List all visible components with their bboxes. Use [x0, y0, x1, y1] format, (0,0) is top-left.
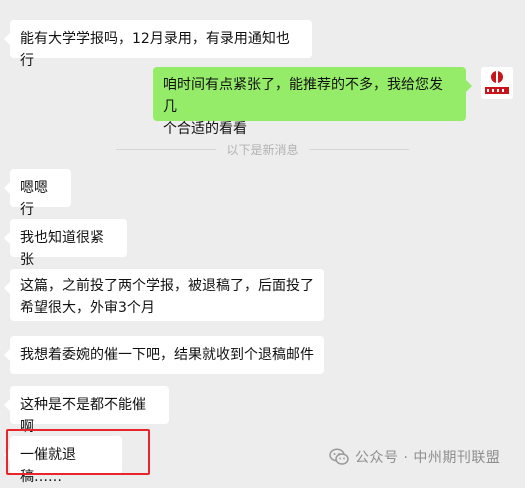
- message-bubble[interactable]: 能有大学学报吗，12月录用，有录用通知也行: [4, 20, 312, 69]
- message-text: 希望很大，外审3个月: [20, 300, 155, 316]
- message-text: 嗯嗯行: [20, 180, 48, 218]
- wechat-icon: [329, 448, 349, 465]
- message-bubble[interactable]: 我想着委婉的催一下吧，结果就收到个退稿邮件: [4, 336, 324, 374]
- divider-label: 以下是新消息: [226, 142, 299, 157]
- message-bubble[interactable]: 这篇，之前投了两个学报，被退稿了，后面投了 希望很大，外审3个月: [4, 269, 324, 321]
- message-bubble[interactable]: 这种是不是都不能催啊: [4, 386, 169, 435]
- watermark-text: 公众号 · 中州期刊联盟: [355, 450, 501, 466]
- divider-line: [116, 148, 217, 150]
- watermark: 公众号 · 中州期刊联盟: [329, 446, 500, 468]
- message-bubble[interactable]: 嗯嗯行: [4, 169, 71, 218]
- message-bubble[interactable]: 我也知道很紧张: [4, 219, 127, 268]
- divider-line: [308, 148, 409, 150]
- highlight-box: [6, 429, 150, 475]
- message-text: 我也知道很紧张: [20, 230, 104, 268]
- message-text: 我想着委婉的催一下吧，结果就收到个退稿邮件: [20, 347, 314, 363]
- message-bubble-sent[interactable]: 咱时间有点紧张了，能推荐的不多，我给您发几 个合适的看看: [153, 67, 472, 137]
- logo-icon: [481, 67, 513, 99]
- message-text: 能有大学学报吗，12月录用，有录用通知也行: [20, 31, 290, 69]
- avatar[interactable]: [481, 67, 513, 99]
- message-text: 这篇，之前投了两个学报，被退稿了，后面投了: [20, 278, 314, 294]
- message-text: 个合适的看看: [163, 121, 247, 137]
- message-text: 咱时间有点紧张了，能推荐的不多，我给您发几: [163, 77, 443, 115]
- new-messages-divider: 以下是新消息: [0, 141, 525, 157]
